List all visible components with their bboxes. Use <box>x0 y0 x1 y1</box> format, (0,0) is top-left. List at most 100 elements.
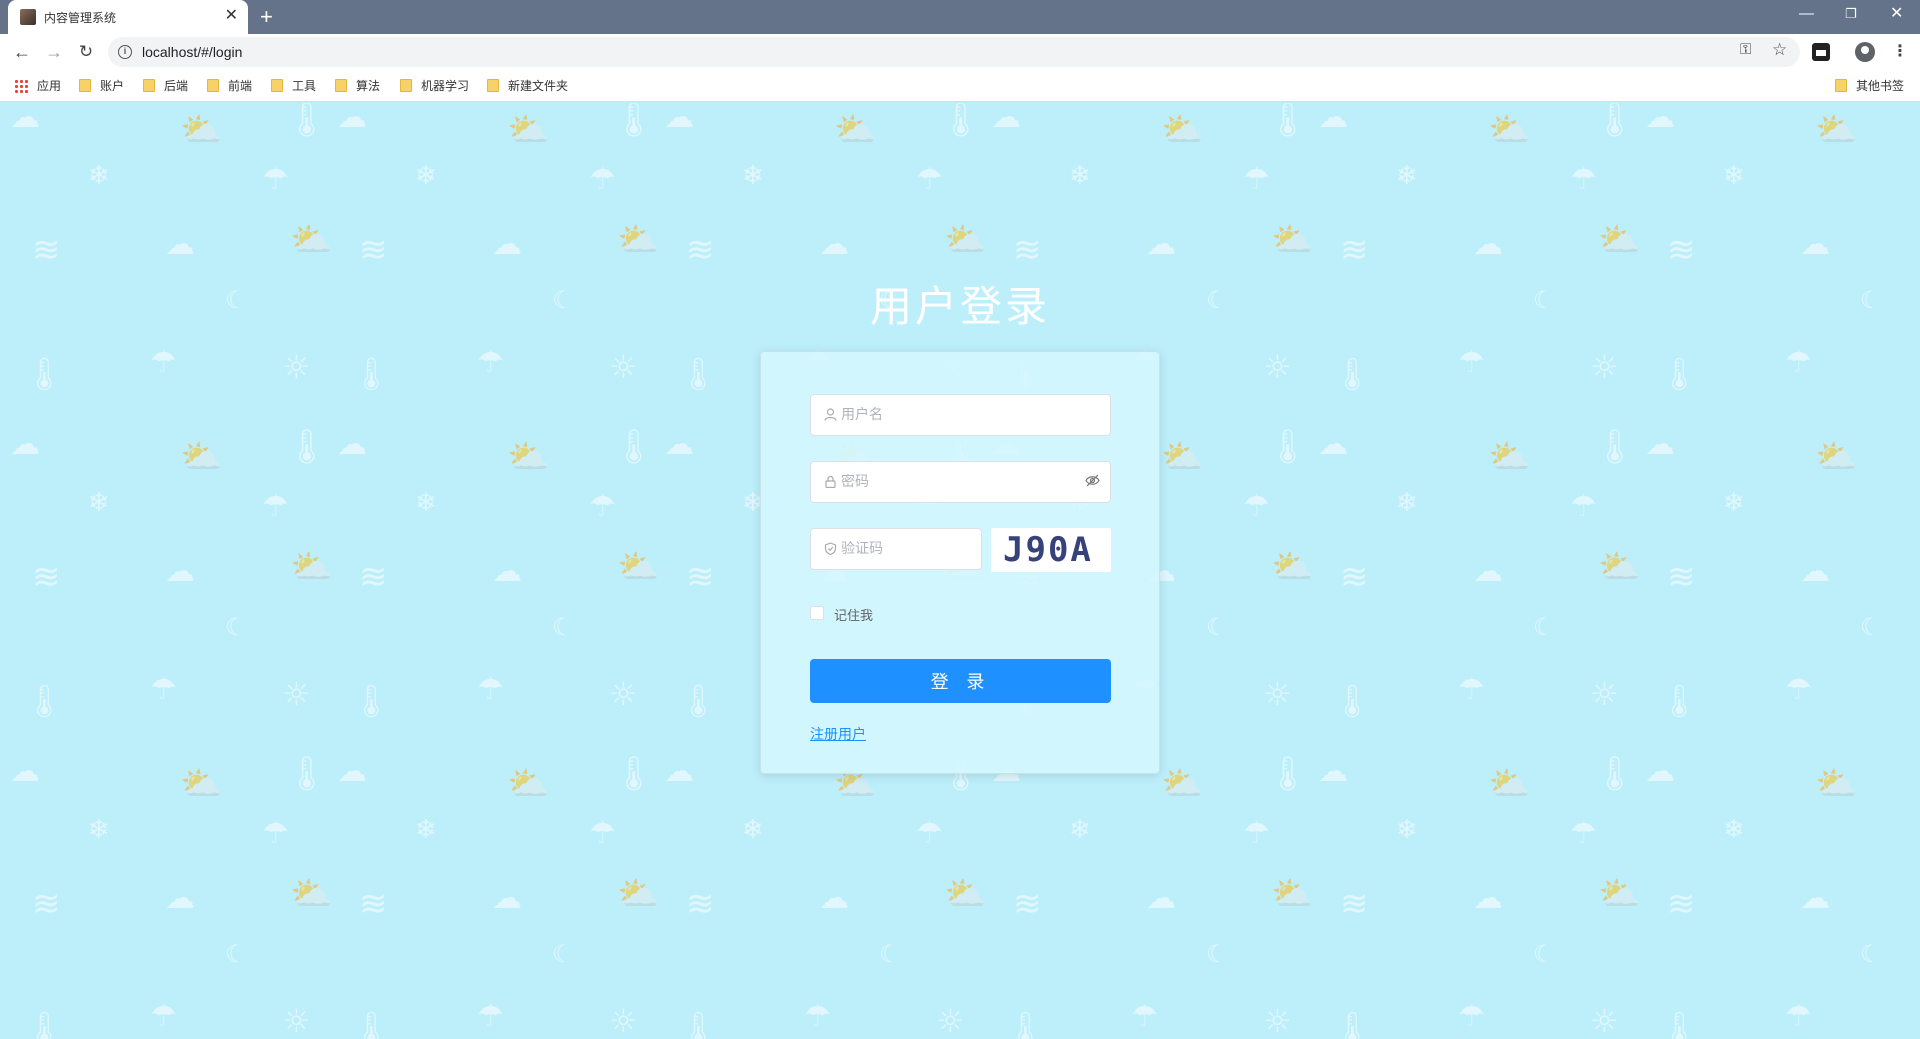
rain-icon: ☂ <box>1243 162 1270 197</box>
username-input[interactable] <box>841 407 1071 423</box>
sun-cloud-icon: ⛅ <box>617 874 660 914</box>
moon-icon: ☾ <box>879 940 901 968</box>
bookmark-label: 前端 <box>228 79 253 93</box>
cloud-icon: ☁ <box>492 554 522 589</box>
thermometer-icon: 🌡 <box>612 754 656 794</box>
profile-avatar-icon[interactable] <box>1855 42 1875 62</box>
password-field[interactable] <box>810 461 1111 503</box>
sun-cloud-icon: ⛅ <box>1598 220 1641 260</box>
extension-icon[interactable] <box>1812 43 1830 61</box>
snow-icon: ❄ <box>1396 488 1418 518</box>
sun-icon: ☼ <box>1590 1002 1619 1039</box>
bookmark-folder[interactable]: 前端 <box>207 78 252 94</box>
bookmark-folder[interactable]: 机器学习 <box>400 78 469 94</box>
rain-icon: ☂ <box>262 489 289 524</box>
shield-icon <box>823 542 837 556</box>
sun-cloud-icon: ⛅ <box>617 220 660 260</box>
wind-icon: ≋ <box>686 557 715 597</box>
cloud-icon: ☁ <box>664 103 694 135</box>
new-tab-button[interactable]: + <box>260 4 273 30</box>
wind-icon: ≋ <box>1340 884 1369 924</box>
thermometer-icon: 🌡 <box>24 1009 65 1039</box>
rain-icon: ☂ <box>477 999 504 1034</box>
bookmark-star-icon[interactable]: ☆ <box>1772 40 1787 60</box>
sun-cloud-icon: ⛅ <box>1488 764 1531 804</box>
window-minimize-button[interactable]: — <box>1799 4 1814 24</box>
rain-icon: ☂ <box>1458 999 1485 1034</box>
forward-arrow-icon[interactable]: → <box>42 40 66 64</box>
cloud-icon: ☁ <box>165 554 195 589</box>
register-link[interactable]: 注册用户 <box>810 724 866 744</box>
cloud-icon: ☁ <box>492 227 522 262</box>
wind-icon: ≋ <box>1340 557 1369 597</box>
bookmark-label: 算法 <box>356 79 381 93</box>
apps-grid-icon <box>14 79 28 93</box>
password-input[interactable] <box>841 474 1071 490</box>
bookmark-folder[interactable]: 新建文件夹 <box>487 78 568 94</box>
sun-icon: ☼ <box>282 675 311 713</box>
moon-icon: ☾ <box>225 940 247 968</box>
cloud-icon: ☁ <box>492 881 522 916</box>
rain-icon: ☂ <box>1570 489 1597 524</box>
remember-checkbox[interactable] <box>810 606 824 620</box>
rain-icon: ☂ <box>1785 345 1812 380</box>
cloud-icon: ☁ <box>165 227 195 262</box>
thermometer-icon: 🌡 <box>612 103 656 140</box>
thermometer-icon: 🌡 <box>351 355 392 393</box>
rain-icon: ☂ <box>589 489 616 524</box>
sun-cloud-icon: ⛅ <box>290 874 333 914</box>
browser-menu-icon[interactable]: ⋮ <box>1892 40 1908 64</box>
thermometer-icon: 🌡 <box>24 355 65 393</box>
thermometer-icon: 🌡 <box>678 682 719 720</box>
login-page: ☁ ⛅ 🌡 ❄ ☂ ≋ ☁ ⛅ ☾ 🌡 ☼ ☂ ☁ ⛅ 🌡 ❄ ☂ ≋ ☁ ⛅ ☾ 🌡 ☼ ☂ ☁ ⛅ 🌡 ❄ ☂ ≋ ☁ ⛅ ☾ 🌡 ☼ ☂ ☁ ⛅ 🌡 ❄… <box>0 103 1920 1039</box>
bookmark-folder[interactable]: 后端 <box>143 78 188 94</box>
captcha-input[interactable] <box>841 541 961 557</box>
sun-cloud-icon: ⛅ <box>1598 874 1641 914</box>
window-maximize-button[interactable]: ❐ <box>1845 4 1857 24</box>
thermometer-icon: 🌡 <box>678 355 719 393</box>
sun-cloud-icon: ⛅ <box>1598 547 1641 587</box>
url-text[interactable]: localhost/#/login <box>142 44 242 60</box>
cloud-icon: ☁ <box>10 754 40 789</box>
thermometer-icon: 🌡 <box>1593 427 1637 467</box>
back-arrow-icon[interactable]: ← <box>10 40 34 64</box>
bookmark-apps[interactable]: 应用 <box>14 78 61 94</box>
sun-cloud-icon: ⛅ <box>944 874 987 914</box>
cloud-icon: ☁ <box>1318 427 1348 462</box>
key-icon[interactable]: ⚿ <box>1740 41 1751 58</box>
cloud-icon: ☁ <box>337 103 367 135</box>
site-info-icon[interactable]: i <box>118 45 132 59</box>
folder-icon <box>143 79 155 92</box>
rain-icon: ☂ <box>916 162 943 197</box>
bookmark-label: 其他书签 <box>1856 79 1905 93</box>
moon-icon: ☾ <box>1533 940 1555 968</box>
window-close-button[interactable]: ✕ <box>1890 4 1903 24</box>
captcha-image[interactable]: J90A <box>991 528 1111 572</box>
rain-icon: ☂ <box>1131 999 1158 1034</box>
rain-icon: ☂ <box>1243 816 1270 851</box>
bookmark-folder[interactable]: 工具 <box>271 78 316 94</box>
sun-icon: ☼ <box>936 1002 965 1039</box>
wind-icon: ≋ <box>359 230 388 270</box>
eye-hide-icon[interactable] <box>1085 474 1100 490</box>
login-button[interactable]: 登 录 <box>810 659 1111 703</box>
remember-label: 记住我 <box>834 609 874 624</box>
captcha-field[interactable] <box>810 528 982 570</box>
bookmark-other[interactable]: 其他书签 <box>1835 78 1904 94</box>
tab-close-icon[interactable]: ✕ <box>225 6 238 26</box>
cloud-icon: ☁ <box>1473 881 1503 916</box>
sun-cloud-icon: ⛅ <box>1271 220 1314 260</box>
browser-tab[interactable]: 内容管理系统 ✕ <box>8 0 248 34</box>
folder-icon <box>1835 79 1847 92</box>
reload-icon[interactable]: ↻ <box>74 40 98 64</box>
username-field[interactable] <box>810 394 1111 436</box>
cloud-icon: ☁ <box>1146 881 1176 916</box>
page-title: 用户登录 <box>869 282 1050 331</box>
moon-icon: ☾ <box>1860 940 1882 968</box>
cloud-icon: ☁ <box>1318 754 1348 789</box>
address-bar[interactable]: i localhost/#/login ⚿ ☆ <box>108 37 1800 67</box>
bookmark-folder[interactable]: 账户 <box>79 78 124 94</box>
folder-icon <box>79 79 91 92</box>
sun-icon: ☼ <box>282 348 311 386</box>
bookmark-folder[interactable]: 算法 <box>335 78 380 94</box>
